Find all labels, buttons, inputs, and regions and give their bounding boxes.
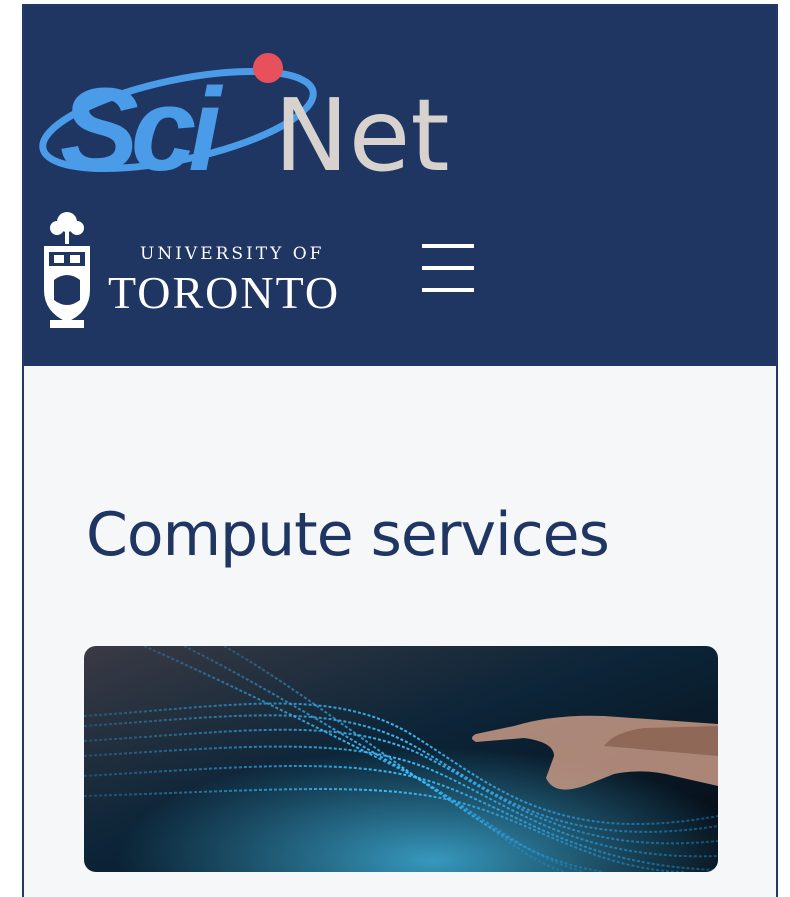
hamburger-icon — [422, 244, 474, 248]
hero-image — [84, 646, 718, 872]
site-header: Sci Net UNIVERSITY OF TORONTO — [24, 6, 776, 366]
toronto-label: TORONTO — [108, 267, 341, 318]
page-title: Compute services — [86, 500, 610, 570]
browser-viewport: Sci Net UNIVERSITY OF TORONTO Compute se… — [22, 4, 778, 897]
hamburger-icon-bar — [422, 266, 474, 270]
logo-net-text: Net — [274, 77, 450, 192]
crest-icon — [44, 212, 90, 328]
logo-dot — [253, 53, 283, 83]
logo-sci-text: Sci — [60, 64, 223, 192]
university-of-label: UNIVERSITY OF — [140, 244, 325, 264]
university-of-toronto-logo[interactable]: UNIVERSITY OF TORONTO — [40, 208, 400, 338]
menu-button[interactable] — [420, 240, 476, 296]
scinet-logo[interactable]: Sci Net — [38, 42, 468, 192]
hamburger-icon-bar — [422, 288, 474, 292]
